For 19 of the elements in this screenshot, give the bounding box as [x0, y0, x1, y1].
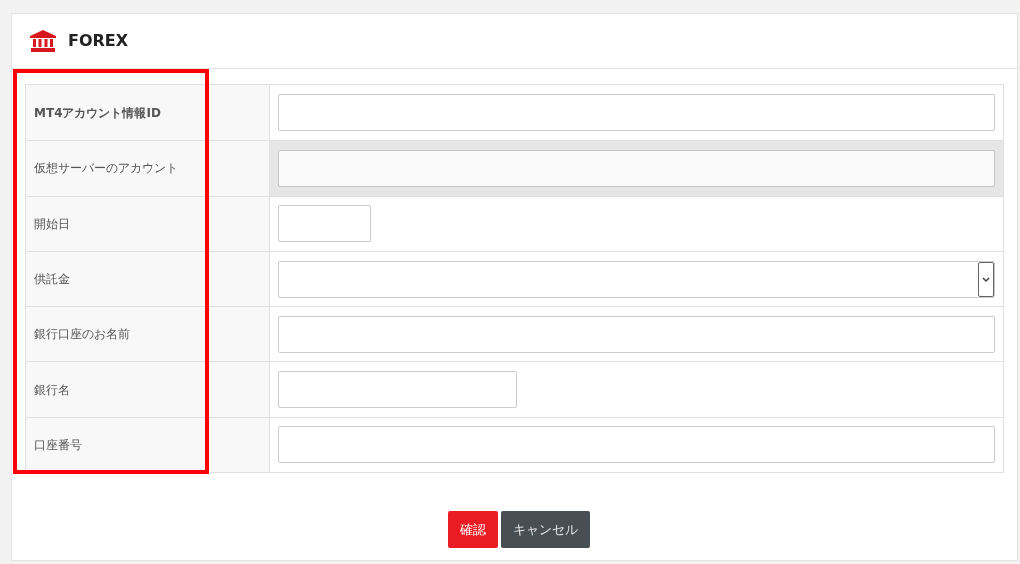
dropdown-button[interactable]: [978, 261, 994, 297]
field-label: 供託金: [34, 271, 70, 289]
text-field[interactable]: [278, 315, 995, 353]
cancel-button[interactable]: キャンセル: [500, 511, 590, 549]
text-field[interactable]: [278, 205, 371, 243]
field-label: 銀行名: [34, 381, 70, 399]
field-label: 口座番号: [34, 436, 82, 454]
panel-title: FOREX: [68, 30, 129, 52]
text-field[interactable]: [278, 426, 995, 464]
text-field[interactable]: [278, 371, 517, 409]
field-label: 開始日: [34, 215, 70, 233]
confirm-button[interactable]: 確認: [447, 511, 498, 549]
field-label: 銀行口座のお名前: [34, 326, 130, 344]
chevron-down-icon: [982, 276, 990, 282]
select-field[interactable]: [278, 260, 995, 298]
text-field[interactable]: [278, 94, 995, 132]
bank-icon: [30, 30, 56, 52]
field-label: 仮想サーバーのアカウント: [34, 160, 178, 178]
field-label: MT4アカウント情報ID: [34, 104, 161, 122]
